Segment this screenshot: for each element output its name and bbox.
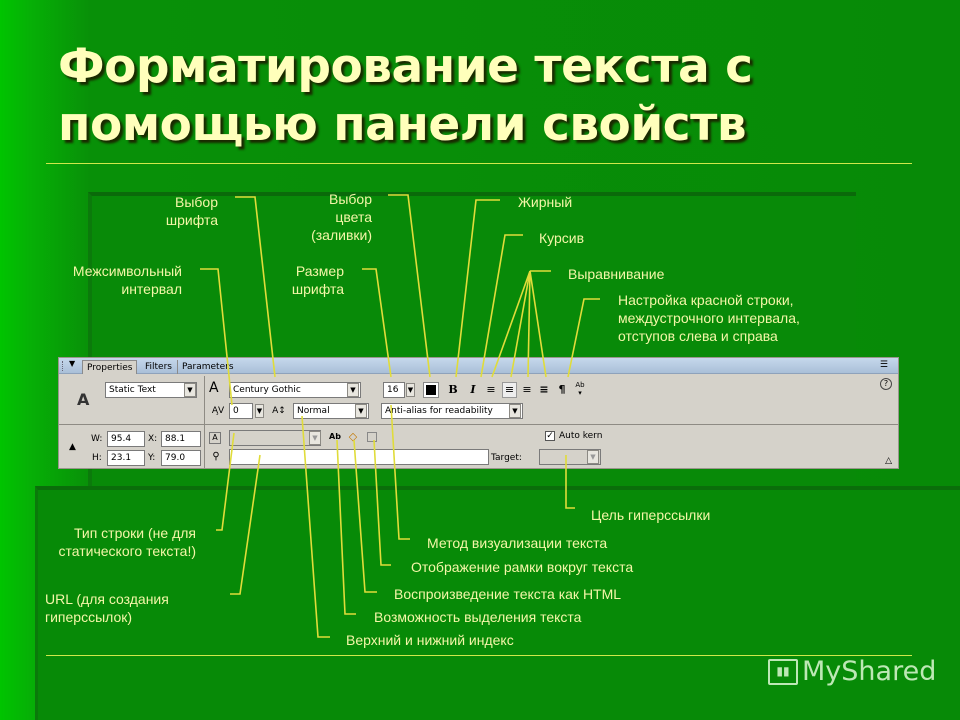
title-rule [46,163,912,164]
label-letter-spacing: Межсимвольный интервал [40,262,182,298]
tab-properties[interactable]: Properties [82,360,138,374]
label-link-target: Цель гиперссылки [591,507,711,523]
font-icon: A [209,380,219,396]
auto-kern-label: Auto kern [559,431,603,441]
render-html-icon[interactable]: ◇ [347,430,359,444]
label-alignment: Выравнивание [568,266,665,282]
presentation-board-icon: ▮▮ [768,658,798,685]
italic-icon[interactable]: I [467,383,479,397]
lock-icon[interactable]: ▲ [69,442,76,452]
align-right-icon[interactable]: ≡ [521,383,533,397]
baseline-dropdown[interactable]: ▼ [355,404,367,418]
fill-color-swatch[interactable] [423,382,439,398]
w-label: W: [91,434,103,444]
label-line: Настройка красной строки, [618,292,794,308]
anti-alias-select[interactable]: Anti-alias for readability [381,403,523,419]
expand-panel-icon[interactable]: △ [885,456,892,466]
auto-kern-checkbox[interactable]: ✓ [545,431,555,441]
panel-tab-bar: ▼ Properties Filters Parameters ☰ [59,358,898,374]
label-line: Межсимвольный [72,263,182,279]
label-line: гиперссылок) [45,609,133,625]
watermark-logo: ▮▮ MyShared [768,655,936,687]
slide-title-line1: Форматирование текста с [58,39,753,94]
paragraph-icon[interactable]: ¶ [556,383,568,397]
selectable-icon[interactable]: Ab [329,430,341,444]
bold-icon[interactable]: B [447,383,459,397]
panel-section-divider [59,424,898,425]
label-fill-color: Выбор цвета (заливки) [290,190,372,244]
baseline-icon: A↕ [272,406,286,416]
label-line: цвета [335,209,372,225]
gripper-icon[interactable] [62,361,65,371]
label-line: Выбор [329,191,372,207]
line-type-icon: A [209,432,221,444]
h-label: H: [92,453,102,463]
text-tool-icon: A [77,390,90,409]
label-render-method: Метод визуализации текста [427,535,608,551]
label-bold: Жирный [518,194,573,210]
height-input[interactable]: 23.1 [107,450,145,466]
panel-options-icon[interactable]: ☰ [880,360,888,370]
label-font-choice: Выбор шрифта [140,193,218,229]
text-type-dropdown[interactable]: ▼ [184,383,196,397]
font-size-dropdown[interactable]: ▼ [406,383,415,397]
label-line: (заливки) [311,227,372,243]
align-justify-icon[interactable]: ≡ [538,383,550,397]
label-line-type: Тип строки (не для статического текста!) [30,524,196,560]
label-paragraph: Настройка красной строки, междустрочного… [618,291,800,345]
label-italic: Курсив [539,230,585,246]
width-input[interactable]: 95.4 [107,431,145,447]
target-dropdown[interactable]: ▼ [587,450,599,464]
anti-alias-dropdown[interactable]: ▼ [509,404,521,418]
slide-title: Форматирование текста с помощью панели с… [58,38,753,154]
y-label: Y: [148,453,156,463]
label-selectable: Возможность выделения текста [374,609,582,625]
label-line: шрифта [291,281,344,297]
letter-spacing-input[interactable]: 0 [229,403,253,419]
slide-title-line2: помощью панели свойств [58,97,747,152]
url-link-icon: ⚲ [212,451,220,462]
text-orientation-icon[interactable]: Ab ▾ [573,381,587,397]
align-center-icon[interactable]: ≡ [502,382,517,398]
label-url: URL (для создания гиперссылок) [45,590,169,626]
watermark-brand: MyShared [802,656,937,687]
align-left-icon[interactable]: ≡ [485,383,497,397]
target-label: Target: [491,453,522,463]
label-render-html: Воспроизведение текста как HTML [394,586,622,602]
label-line: интервал [121,281,182,297]
label-line: отступов слева и справа [618,328,778,344]
font-name-select[interactable]: Century Gothic [229,382,361,398]
tab-filters[interactable]: Filters [141,360,176,374]
y-input[interactable]: 79.0 [161,450,201,466]
label-line: междустрочного интервала, [618,310,800,326]
label-sub-superscript: Верхний и нижний индекс [346,632,514,648]
fill-color-icon [426,385,436,395]
label-line: статического текста!) [58,543,196,559]
letter-spacing-dropdown[interactable]: ▼ [255,404,264,418]
label-line: Размер [295,263,344,279]
label-show-border: Отображение рамки вокруг текста [411,559,634,575]
panel-divider [204,376,205,468]
line-type-select[interactable] [229,430,321,446]
collapse-arrow-icon[interactable]: ▼ [69,359,75,368]
label-line: шрифта [165,212,218,228]
label-line: URL (для создания [45,591,169,607]
line-type-dropdown[interactable]: ▼ [309,431,321,445]
label-line: Тип строки (не для [73,525,196,541]
help-icon[interactable]: ? [880,378,892,390]
properties-panel: ▼ Properties Filters Parameters ☰ A Stat… [58,357,899,469]
font-size-input[interactable]: 16 [383,382,405,398]
url-input[interactable] [229,449,489,465]
label-line: Выбор [175,194,218,210]
show-border-icon[interactable] [367,432,377,442]
label-font-size: Размер шрифта [270,262,344,298]
tab-parameters[interactable]: Parameters [177,360,238,374]
x-input[interactable]: 88.1 [161,431,201,447]
font-name-dropdown[interactable]: ▼ [347,383,359,397]
letter-spacing-icon: A̧V [211,406,225,416]
x-label: X: [148,434,158,444]
